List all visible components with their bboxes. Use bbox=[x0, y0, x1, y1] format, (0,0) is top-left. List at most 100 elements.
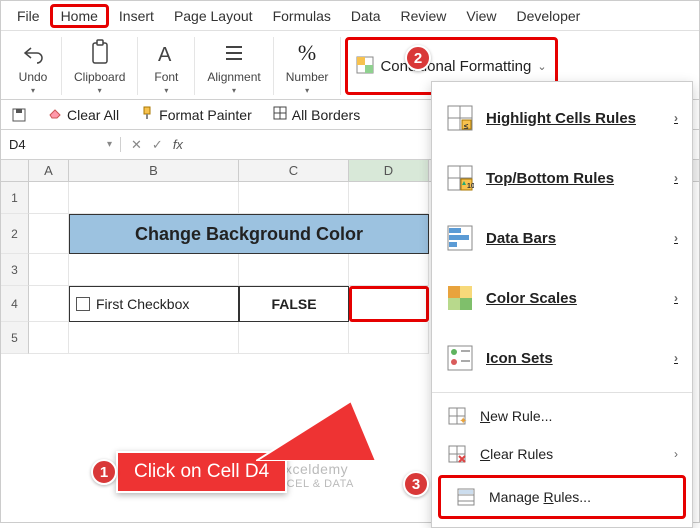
paintbrush-icon bbox=[139, 105, 155, 124]
cell-c4[interactable]: FALSE bbox=[239, 286, 349, 322]
top-bottom-icon: 10 bbox=[446, 164, 474, 192]
cell[interactable] bbox=[349, 322, 429, 354]
ribbon-group-font[interactable]: A Font ▾ bbox=[138, 37, 195, 95]
callout-arrow-icon bbox=[256, 401, 376, 461]
tab-page-layout[interactable]: Page Layout bbox=[164, 4, 263, 28]
font-icon: A bbox=[150, 37, 182, 69]
svg-text:✦: ✦ bbox=[459, 416, 467, 426]
dropdown-chevron-icon: ▾ bbox=[31, 86, 35, 95]
save-icon[interactable] bbox=[11, 107, 27, 123]
clear-rules-icon bbox=[446, 443, 468, 465]
menu-label: Color Scales bbox=[486, 290, 577, 307]
checkbox-icon[interactable] bbox=[76, 297, 90, 311]
title-cell[interactable]: Change Background Color bbox=[69, 214, 429, 254]
font-label: Font bbox=[154, 71, 178, 84]
menu-data-bars[interactable]: Data Bars › bbox=[432, 208, 692, 268]
conditional-formatting-dropdown: ≤ Highlight Cells Rules › 10 Top/Bottom … bbox=[431, 81, 693, 528]
chevron-right-icon: › bbox=[674, 447, 678, 461]
row-header-3[interactable]: 3 bbox=[1, 254, 29, 286]
cancel-icon[interactable]: ✕ bbox=[131, 137, 142, 153]
col-header-a[interactable]: A bbox=[29, 160, 69, 181]
cell[interactable] bbox=[349, 182, 429, 214]
clear-all-button[interactable]: Clear All bbox=[47, 105, 119, 124]
cell-d4[interactable] bbox=[349, 286, 429, 322]
row-header-5[interactable]: 5 bbox=[1, 322, 29, 354]
cell[interactable] bbox=[29, 214, 69, 254]
col-header-b[interactable]: B bbox=[69, 160, 239, 181]
conditional-formatting-icon bbox=[356, 56, 374, 77]
tab-data[interactable]: Data bbox=[341, 4, 391, 28]
number-label: Number bbox=[286, 71, 329, 84]
chevron-right-icon: › bbox=[674, 351, 678, 365]
alignment-label: Alignment bbox=[207, 71, 260, 84]
cell[interactable] bbox=[29, 286, 69, 322]
enter-icon[interactable]: ✓ bbox=[152, 137, 163, 153]
tab-insert[interactable]: Insert bbox=[109, 4, 164, 28]
svg-text:A: A bbox=[158, 44, 172, 65]
menu-separator bbox=[432, 392, 692, 393]
ribbon-group-clipboard[interactable]: Clipboard ▾ bbox=[62, 37, 138, 95]
cell[interactable] bbox=[239, 254, 349, 286]
tab-view[interactable]: View bbox=[456, 4, 506, 28]
format-painter-button[interactable]: Format Painter bbox=[139, 105, 252, 124]
cell[interactable] bbox=[69, 322, 239, 354]
name-box[interactable]: D4 ▾ bbox=[1, 137, 121, 152]
row-header-4[interactable]: 4 bbox=[1, 286, 29, 322]
cell[interactable] bbox=[239, 322, 349, 354]
svg-text:≤: ≤ bbox=[464, 122, 469, 131]
callout: Click on Cell D4 bbox=[116, 451, 287, 493]
ribbon-group-number[interactable]: % Number ▾ bbox=[274, 37, 342, 95]
row-header-2[interactable]: 2 bbox=[1, 214, 29, 254]
menu-label: Icon Sets bbox=[486, 350, 553, 367]
percent-icon: % bbox=[291, 37, 323, 69]
undo-label: Undo bbox=[19, 71, 48, 84]
ribbon-group-alignment[interactable]: Alignment ▾ bbox=[195, 37, 273, 95]
menu-label: Highlight Cells Rules bbox=[486, 110, 636, 127]
all-borders-button[interactable]: All Borders bbox=[272, 105, 360, 124]
cell-b4[interactable]: First Checkbox bbox=[69, 286, 239, 322]
menu-color-scales[interactable]: Color Scales › bbox=[432, 268, 692, 328]
cell[interactable] bbox=[349, 254, 429, 286]
clear-all-label: Clear All bbox=[67, 107, 119, 123]
tab-home[interactable]: Home bbox=[50, 4, 109, 28]
cell[interactable] bbox=[29, 254, 69, 286]
clipboard-icon bbox=[84, 37, 116, 69]
new-rule-icon: ✦ bbox=[446, 405, 468, 427]
alignment-icon bbox=[218, 37, 250, 69]
dropdown-chevron-icon: ▾ bbox=[305, 86, 309, 95]
dropdown-chevron-icon: ▾ bbox=[98, 86, 102, 95]
tab-review[interactable]: Review bbox=[391, 4, 457, 28]
all-borders-label: All Borders bbox=[292, 107, 360, 123]
ribbon-group-undo[interactable]: Undo ▾ bbox=[5, 37, 62, 95]
menu-label: Top/Bottom Rules bbox=[486, 170, 614, 187]
cell[interactable] bbox=[239, 182, 349, 214]
cell[interactable] bbox=[29, 322, 69, 354]
tab-file[interactable]: File bbox=[7, 4, 50, 28]
tab-formulas[interactable]: Formulas bbox=[263, 4, 341, 28]
row-header-1[interactable]: 1 bbox=[1, 182, 29, 214]
chevron-right-icon: › bbox=[674, 111, 678, 125]
highlight-rules-icon: ≤ bbox=[446, 104, 474, 132]
fx-icon[interactable]: fx bbox=[173, 137, 183, 152]
conditional-formatting-label: Conditional Formatting bbox=[380, 58, 531, 75]
col-header-c[interactable]: C bbox=[239, 160, 349, 181]
menu-icon-sets[interactable]: Icon Sets › bbox=[432, 328, 692, 388]
eraser-icon bbox=[47, 105, 63, 124]
menu-manage-rules[interactable]: Manage Rules... bbox=[438, 475, 686, 519]
menu-clear-rules[interactable]: Clear Rules › bbox=[432, 435, 692, 473]
dropdown-chevron-icon: ▾ bbox=[164, 86, 168, 95]
col-header-d[interactable]: D bbox=[349, 160, 429, 181]
svg-text:10: 10 bbox=[467, 183, 474, 190]
step-badge-1: 1 bbox=[91, 459, 117, 485]
select-all-corner[interactable] bbox=[1, 160, 29, 181]
format-painter-label: Format Painter bbox=[159, 107, 252, 123]
chevron-right-icon: › bbox=[674, 171, 678, 185]
tab-developer[interactable]: Developer bbox=[507, 4, 591, 28]
menu-label: Clear Rules bbox=[480, 446, 553, 462]
cell[interactable] bbox=[29, 182, 69, 214]
menu-top-bottom-rules[interactable]: 10 Top/Bottom Rules › bbox=[432, 148, 692, 208]
cell[interactable] bbox=[69, 254, 239, 286]
menu-new-rule[interactable]: ✦ New Rule... bbox=[432, 397, 692, 435]
menu-highlight-cells-rules[interactable]: ≤ Highlight Cells Rules › bbox=[432, 88, 692, 148]
cell[interactable] bbox=[69, 182, 239, 214]
